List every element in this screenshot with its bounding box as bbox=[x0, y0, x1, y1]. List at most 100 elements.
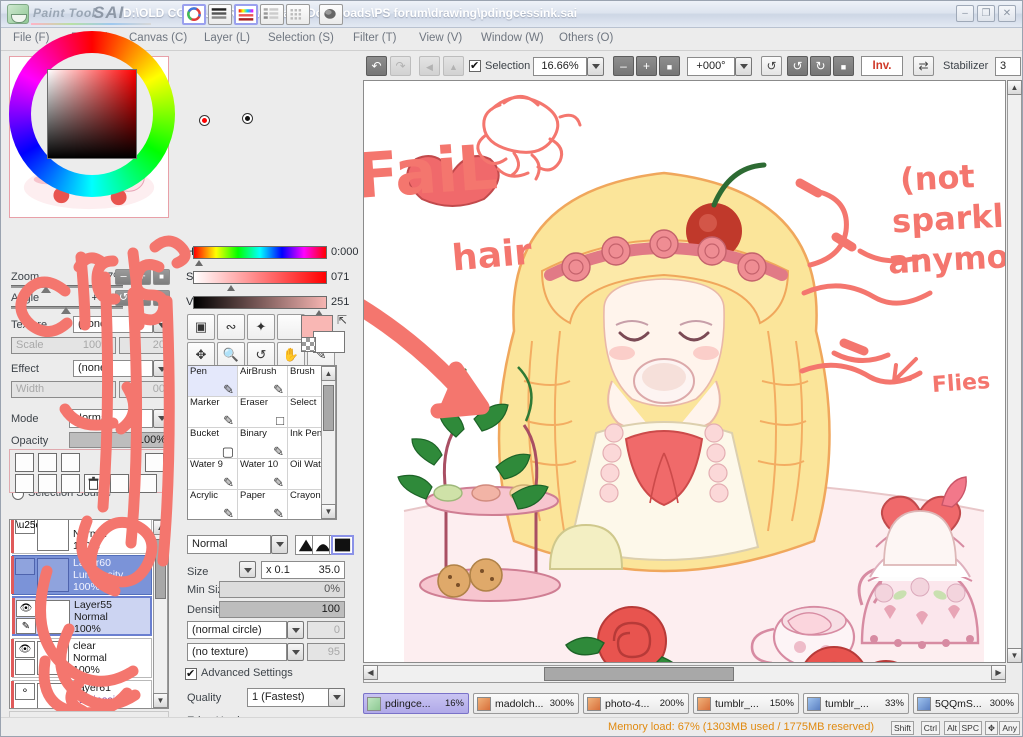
zoom-slider[interactable] bbox=[11, 285, 123, 288]
tool-paper[interactable]: Paper ✎ bbox=[238, 490, 288, 519]
menu-canvas[interactable]: Canvas (C) bbox=[129, 32, 187, 44]
tool-bucket[interactable]: Bucket ▢ bbox=[188, 428, 238, 459]
saturation-slider-knob[interactable] bbox=[227, 285, 235, 291]
tool-scroll-down-button[interactable]: ▼ bbox=[321, 504, 336, 519]
mask-apply-icon[interactable] bbox=[138, 474, 157, 493]
canvas-rotate-ccw-button[interactable]: ↺ bbox=[787, 56, 808, 76]
min-size-slider[interactable]: 0% bbox=[219, 581, 345, 598]
color-wheel-tab[interactable] bbox=[182, 4, 206, 25]
layer-mode-select[interactable]: Normal bbox=[69, 409, 153, 428]
table-row[interactable]: 👁 ✎ Layer55 Normal 100% bbox=[12, 596, 152, 636]
task-tumblr-1[interactable]: tumblr_... 150% bbox=[693, 693, 799, 714]
merge-down-icon[interactable] bbox=[15, 474, 34, 493]
task-5qqms[interactable]: 5QQmS... 300% bbox=[913, 693, 1019, 714]
layer-visibility-icon[interactable] bbox=[15, 558, 35, 575]
canvas-zoom-out-button[interactable]: – bbox=[613, 56, 634, 76]
task-pdingce[interactable]: pdingce... 16% bbox=[363, 693, 469, 714]
rotate-cw-button[interactable]: ↻ bbox=[134, 290, 151, 306]
layer-edit-icon[interactable] bbox=[15, 659, 35, 675]
redo-button[interactable]: ↷ bbox=[390, 56, 411, 76]
texture-select[interactable]: (none) bbox=[73, 316, 153, 333]
tool-binary[interactable]: Binary ✎ bbox=[238, 428, 288, 459]
copy-layer-icon[interactable] bbox=[61, 453, 80, 472]
brush-tool-grid[interactable]: Pen✎ AirBrush✎ Brush✎ Water✎ Marker✎ Era… bbox=[187, 365, 337, 520]
swatch-grid-tab[interactable] bbox=[286, 4, 310, 25]
blend-shape-4-icon[interactable] bbox=[331, 535, 354, 555]
effect-select[interactable]: (none) bbox=[73, 360, 153, 377]
density-slider[interactable]: 100 bbox=[219, 601, 345, 618]
tool-grid-scrollbar[interactable]: ▲ ▼ bbox=[321, 366, 336, 519]
maximize-button[interactable]: ❐ bbox=[977, 5, 995, 22]
zoom-reset-button[interactable]: ■ bbox=[153, 269, 170, 285]
canvas-zoom-in-button[interactable]: + bbox=[636, 56, 657, 76]
menu-others[interactable]: Others (O) bbox=[559, 32, 613, 44]
nav-back-button[interactable]: ◀ bbox=[419, 56, 440, 76]
zoom-slider-knob[interactable] bbox=[41, 286, 51, 293]
value-slider[interactable] bbox=[193, 296, 327, 309]
nav-fwd-button[interactable]: ▲ bbox=[443, 56, 464, 76]
magic-wand-icon[interactable]: ✦ bbox=[247, 314, 275, 340]
menu-layer[interactable]: Layer (L) bbox=[204, 32, 250, 44]
hue-slider-knob[interactable] bbox=[195, 260, 203, 266]
layer-edit-icon[interactable]: ✎ bbox=[16, 618, 36, 634]
texture-dropdown-arrow[interactable] bbox=[153, 316, 170, 333]
clipping-icon[interactable] bbox=[38, 474, 57, 493]
canvas-zoom-field[interactable]: 16.66% bbox=[533, 57, 587, 76]
menu-file[interactable]: File (F) bbox=[13, 32, 49, 44]
sv-marker[interactable] bbox=[243, 114, 252, 123]
effect-dropdown-arrow[interactable] bbox=[153, 360, 170, 377]
menu-window[interactable]: Window (W) bbox=[481, 32, 544, 44]
canvas-horizontal-scrollbar[interactable]: ◀ ▶ bbox=[363, 665, 1006, 683]
tool-acrylic[interactable]: Acrylic ✎ bbox=[188, 490, 238, 519]
scroll-thumb[interactable] bbox=[155, 539, 166, 599]
opacity-slider[interactable]: 100% bbox=[69, 432, 170, 448]
rgb-slider-tab[interactable] bbox=[208, 4, 232, 25]
canvas-scroll-left-button[interactable]: ◀ bbox=[363, 665, 378, 680]
canvas-scroll-down-button[interactable]: ▼ bbox=[1007, 648, 1022, 663]
canvas-angle-dropdown-arrow[interactable] bbox=[735, 57, 752, 76]
zoom-out-button[interactable]: – bbox=[115, 269, 132, 285]
quality-dropdown-arrow[interactable] bbox=[328, 688, 345, 707]
table-row[interactable]: \u25c9 Normal 100% bbox=[11, 520, 152, 554]
saturation-slider[interactable] bbox=[193, 271, 327, 284]
tool-pen[interactable]: Pen ✎ bbox=[188, 366, 238, 397]
edit-layer-icon[interactable] bbox=[61, 474, 80, 493]
task-madolch[interactable]: madolch... 300% bbox=[473, 693, 579, 714]
angle-slider-knob[interactable] bbox=[61, 307, 71, 314]
background-color-swatch[interactable] bbox=[313, 331, 345, 353]
rotate-reset-button[interactable]: ■ bbox=[153, 290, 170, 306]
hsv-bar-tab[interactable] bbox=[234, 4, 258, 25]
brush-size-dropdown-arrow[interactable] bbox=[239, 561, 256, 578]
menu-selection[interactable]: Selection (S) bbox=[268, 32, 334, 44]
canvas-zoom-dropdown-arrow[interactable] bbox=[587, 57, 604, 76]
layer-visibility-icon[interactable]: ⚬ bbox=[15, 683, 35, 700]
canvas-scroll-up-button[interactable]: ▲ bbox=[1007, 80, 1022, 95]
invert-button[interactable]: Inv. bbox=[861, 56, 903, 76]
saturation-value-picker[interactable] bbox=[47, 69, 137, 159]
brush-shape-select[interactable]: (normal circle) bbox=[187, 621, 287, 639]
scroll-up-button[interactable]: ▲ bbox=[153, 520, 168, 535]
tool-scroll-thumb[interactable] bbox=[323, 385, 334, 431]
lasso-select-icon[interactable]: ∾ bbox=[217, 314, 245, 340]
tool-water-9[interactable]: Water 9 ✎ bbox=[188, 459, 238, 490]
canvas-zoom-reset-button[interactable]: ■ bbox=[659, 56, 680, 76]
scratch-tab[interactable] bbox=[319, 4, 343, 25]
table-row[interactable]: Layer60 Luminosity 100% bbox=[11, 555, 152, 595]
task-photo4[interactable]: photo-4... 200% bbox=[583, 693, 689, 714]
zoom-in-button[interactable]: + bbox=[134, 269, 151, 285]
canvas-angle-field[interactable]: +000° bbox=[687, 57, 735, 76]
scroll-down-button[interactable]: ▼ bbox=[153, 693, 168, 708]
tool-scroll-up-button[interactable]: ▲ bbox=[321, 366, 336, 381]
swap-colors-icon[interactable]: ⇱ bbox=[337, 313, 347, 327]
tool-water-10[interactable]: Water 10 ✎ bbox=[238, 459, 288, 490]
hue-slider[interactable] bbox=[193, 246, 327, 259]
layer-list[interactable]: \u25c9 Normal 100% Layer60 Luminosity 10… bbox=[9, 519, 169, 709]
brush-size-field[interactable]: x 0.1 35.0 bbox=[261, 561, 345, 579]
brush-texture-select[interactable]: (no texture) bbox=[187, 643, 287, 661]
layer-list-scrollbar[interactable]: ▲ ▼ bbox=[153, 520, 168, 708]
new-layer-icon[interactable] bbox=[15, 453, 34, 472]
transparent-color-icon[interactable] bbox=[301, 337, 316, 352]
new-linework-layer-icon[interactable] bbox=[38, 453, 57, 472]
canvas-scroll-right-button[interactable]: ▶ bbox=[991, 665, 1006, 680]
brush-mode-dropdown-arrow[interactable] bbox=[271, 535, 288, 554]
